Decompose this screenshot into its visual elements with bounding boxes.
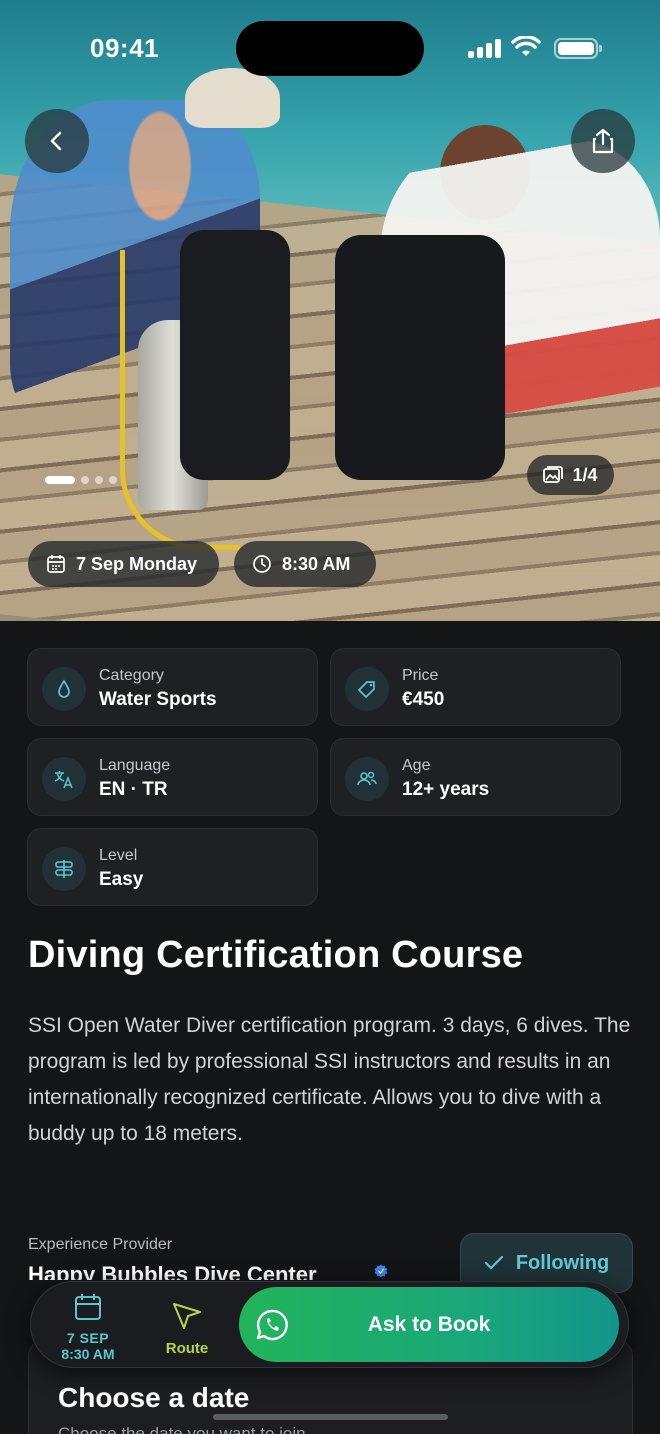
dynamic-island	[236, 21, 424, 76]
info-card-language: Language EN · TR	[27, 738, 318, 816]
share-button[interactable]	[571, 109, 635, 173]
clock-icon	[253, 555, 271, 573]
provider-label: Experience Provider	[28, 1236, 173, 1253]
translate-icon	[42, 757, 86, 801]
status-bar: 09:41	[0, 0, 660, 96]
calendar-icon	[75, 1294, 101, 1320]
time-pill: 8:30 AM	[234, 541, 376, 587]
gallery-icon	[543, 466, 564, 483]
selected-date-day: 7 SEP	[66, 1330, 110, 1346]
date-section-title: Choose a date	[58, 1382, 250, 1413]
info-card-category: Category Water Sports	[27, 648, 318, 726]
check-icon	[484, 1255, 503, 1270]
people-icon	[345, 757, 389, 801]
selected-date-time: 8:30 AM	[61, 1346, 115, 1362]
carousel-dot[interactable]	[81, 476, 89, 484]
share-icon	[592, 128, 614, 154]
photo-counter: 1/4	[572, 464, 598, 485]
age-value: 12+ years	[402, 779, 490, 800]
wifi-icon	[511, 36, 541, 56]
date-section-subtitle: Choose the date you want to join	[58, 1424, 306, 1434]
date-pill-text: 7 Sep Monday	[76, 553, 198, 574]
price-label: Price	[402, 667, 439, 684]
home-indicator	[213, 1414, 448, 1420]
age-label: Age	[402, 757, 431, 774]
back-icon	[50, 131, 62, 151]
drop-icon	[42, 667, 86, 711]
verified-icon	[374, 1264, 388, 1278]
calendar-icon	[47, 555, 65, 573]
info-card-level: Level Easy	[27, 828, 318, 906]
info-card-price: Price €450	[330, 648, 621, 726]
level-value: Easy	[99, 869, 144, 890]
level-label: Level	[99, 847, 138, 864]
photo-counter-badge[interactable]: 1/4	[527, 455, 614, 495]
carousel-dot[interactable]	[109, 476, 117, 484]
selected-date-button[interactable]: 7 SEP 8:30 AM	[52, 1290, 124, 1362]
battery-icon	[554, 38, 602, 59]
ask-to-book-label: Ask to Book	[367, 1312, 491, 1336]
tag-icon	[345, 667, 389, 711]
carousel-dot[interactable]	[95, 476, 103, 484]
yellow-hose	[120, 250, 240, 550]
route-button[interactable]: Route	[160, 1300, 214, 1357]
course-title: Diving Certification Course	[28, 934, 524, 976]
signal-icon	[468, 38, 502, 58]
provider-name[interactable]: Happy Bubbles Dive Center	[28, 1262, 317, 1280]
navigation-icon	[173, 1303, 201, 1329]
info-card-age: Age 12+ years	[330, 738, 621, 816]
category-label: Category	[99, 667, 164, 684]
following-label: Following	[515, 1251, 610, 1274]
price-value: €450	[402, 689, 445, 710]
course-description: SSI Open Water Diver certification progr…	[28, 1014, 631, 1145]
status-time: 09:41	[90, 33, 159, 63]
category-value: Water Sports	[99, 689, 217, 710]
level-icon	[42, 847, 86, 891]
carousel-dot[interactable]	[45, 476, 75, 484]
route-label: Route	[165, 1340, 209, 1357]
language-value: EN · TR	[99, 779, 168, 800]
date-pill: 7 Sep Monday	[28, 541, 219, 587]
back-button[interactable]	[25, 109, 89, 173]
ask-to-book-button[interactable]: Ask to Book	[239, 1287, 619, 1362]
time-pill-text: 8:30 AM	[282, 553, 351, 574]
dive-vest-right	[335, 235, 505, 480]
carousel-dots[interactable]	[45, 476, 117, 484]
language-label: Language	[99, 757, 171, 774]
